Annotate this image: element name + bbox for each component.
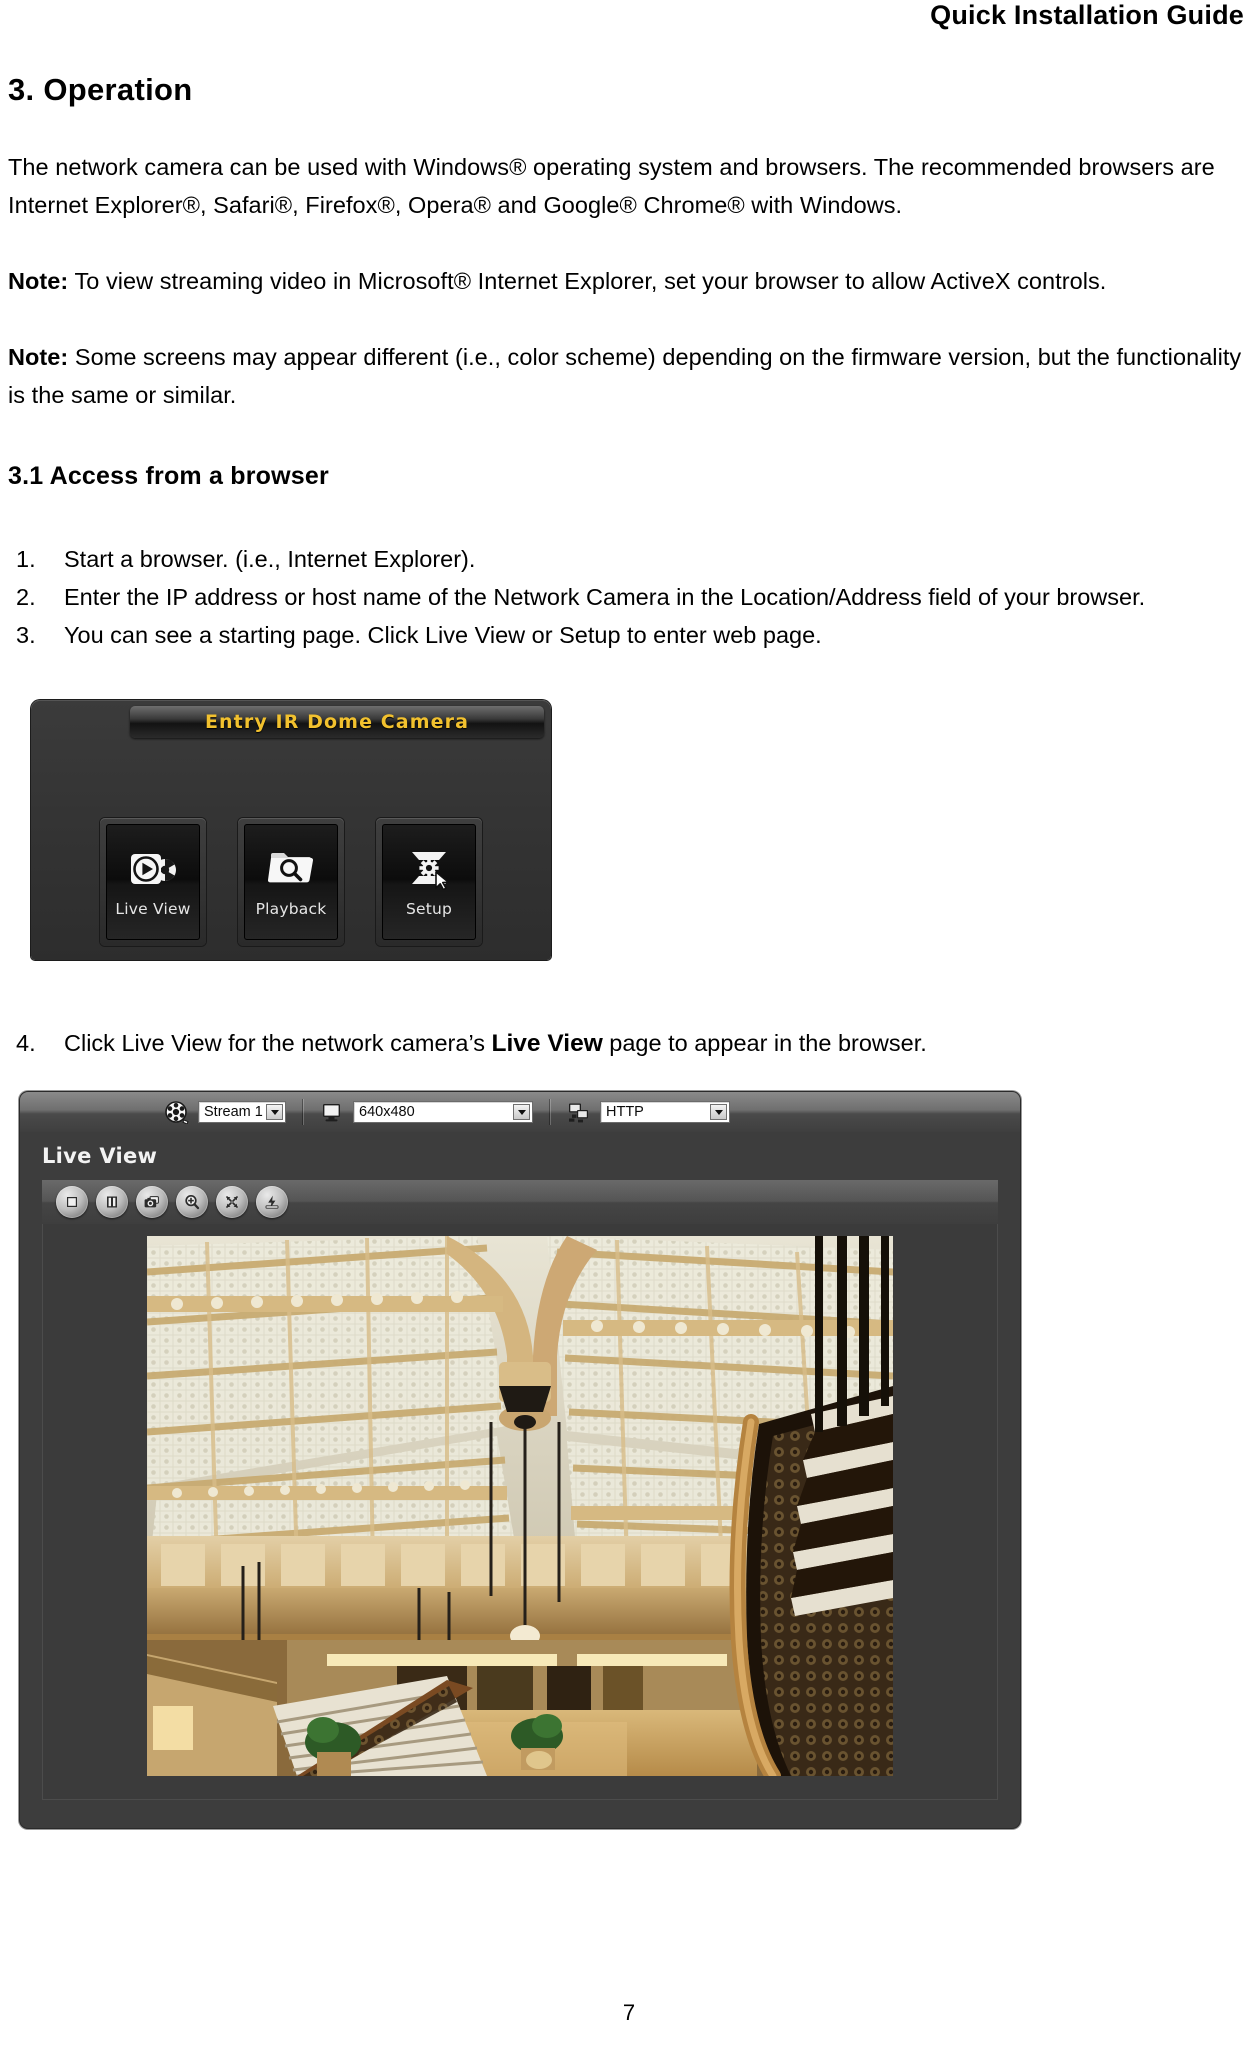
section-heading: 3. Operation <box>8 72 193 107</box>
camera-title: Entry IR Dome Camera <box>204 711 470 733</box>
start-page-button-label: Setup <box>405 900 453 918</box>
list-item-text: Enter the IP address or host name of the… <box>64 584 1146 610</box>
stream-selector-group: Stream 1 <box>148 1100 302 1124</box>
subsection-heading: 3.1 Access from a browser <box>8 462 329 490</box>
expand-arrows-icon <box>223 1193 241 1211</box>
start-page-playback-button[interactable]: Playback <box>238 818 344 946</box>
list-item-text-bold: Live View <box>491 1030 603 1057</box>
play-film-icon <box>127 846 179 890</box>
record-icon <box>263 1193 281 1211</box>
note-2: Note: Some screens may appear different … <box>8 338 1250 414</box>
film-reel-icon <box>164 1100 190 1124</box>
live-view-control-bar <box>42 1180 998 1224</box>
start-page-button-label: Live View <box>115 900 191 918</box>
magnifier-plus-icon <box>183 1193 201 1211</box>
chevron-down-icon[interactable] <box>513 1104 530 1120</box>
page-number: 7 <box>622 2000 636 2025</box>
protocol-select[interactable]: HTTP <box>600 1101 730 1123</box>
start-page-setup-button[interactable]: Setup <box>376 818 482 946</box>
record-button[interactable] <box>256 1186 288 1218</box>
intro-paragraph: The network camera can be used with Wind… <box>8 154 1215 218</box>
resolution-select[interactable]: 640x480 <box>353 1101 533 1123</box>
resolution-selector-group: 640x480 <box>303 1100 549 1124</box>
protocol-select-value: HTTP <box>606 1104 644 1120</box>
chevron-down-icon[interactable] <box>710 1104 727 1120</box>
note-1-text: To view streaming video in Microsoft® In… <box>68 268 1107 294</box>
stream-select-value: Stream 1 <box>204 1104 263 1120</box>
live-view-toolbar: Stream 1 640x480 HTTP <box>20 1092 1020 1132</box>
list-item-number: 1. <box>16 546 36 572</box>
network-icon <box>566 1100 592 1124</box>
zoom-button[interactable] <box>176 1186 208 1218</box>
start-page-button-label: Playback <box>255 900 327 918</box>
gear-cursor-icon <box>403 846 455 890</box>
live-video-frame <box>147 1236 893 1776</box>
note-2-text: Some screens may appear different (i.e.,… <box>8 344 1242 408</box>
folder-search-icon <box>265 846 317 890</box>
start-page-live-view-button[interactable]: Live View <box>100 818 206 946</box>
start-page-button-row: Live View Playback Setup <box>31 818 551 946</box>
live-view-panel-title: Live View <box>42 1144 158 1168</box>
resolution-select-value: 640x480 <box>359 1104 415 1120</box>
document-page: Quick Installation Guide 3. Operation Th… <box>0 0 1258 2072</box>
list-item-text: You can see a starting page. Click Live … <box>64 622 822 648</box>
list-item: 1. Start a browser. (i.e., Internet Expl… <box>8 540 1250 578</box>
list-item-text-before: Click Live View for the network camera’s <box>64 1030 492 1056</box>
monitor-icon <box>319 1100 345 1124</box>
camera-title-bar: Entry IR Dome Camera <box>130 706 544 738</box>
note-2-label: Note: <box>8 344 69 370</box>
steps-list: 1. Start a browser. (i.e., Internet Expl… <box>8 540 1250 654</box>
live-video-image <box>147 1236 893 1776</box>
pause-icon <box>103 1193 121 1211</box>
list-item: 2. Enter the IP address or host name of … <box>8 578 1250 616</box>
live-view-screenshot: Stream 1 640x480 HTTP Live View <box>20 1092 1020 1828</box>
camera-icon <box>143 1193 161 1211</box>
list-item: 3. You can see a starting page. Click Li… <box>8 616 1250 654</box>
live-view-viewer <box>42 1180 998 1800</box>
document-header-title: Quick Installation Guide <box>930 0 1244 30</box>
list-item: 4. Click Live View for the network camera… <box>8 1024 1250 1063</box>
fullscreen-button[interactable] <box>216 1186 248 1218</box>
list-item-number: 3. <box>16 622 36 648</box>
list-item-text: Start a browser. (i.e., Internet Explore… <box>64 546 476 572</box>
snapshot-button[interactable] <box>136 1186 168 1218</box>
protocol-selector-group: HTTP <box>550 1100 746 1124</box>
list-item-text-after: page to appear in the browser. <box>602 1030 927 1056</box>
note-1-label: Note: <box>8 268 69 294</box>
camera-start-page-screenshot: Entry IR Dome Camera Live View Playback … <box>31 700 551 960</box>
list-item-number: 4. <box>16 1030 36 1056</box>
stop-button[interactable] <box>56 1186 88 1218</box>
pause-button[interactable] <box>96 1186 128 1218</box>
list-item-number: 2. <box>16 584 36 610</box>
stream-select[interactable]: Stream 1 <box>198 1101 286 1123</box>
chevron-down-icon[interactable] <box>266 1104 283 1120</box>
note-1: Note: To view streaming video in Microso… <box>8 262 1250 300</box>
stop-icon <box>63 1193 81 1211</box>
